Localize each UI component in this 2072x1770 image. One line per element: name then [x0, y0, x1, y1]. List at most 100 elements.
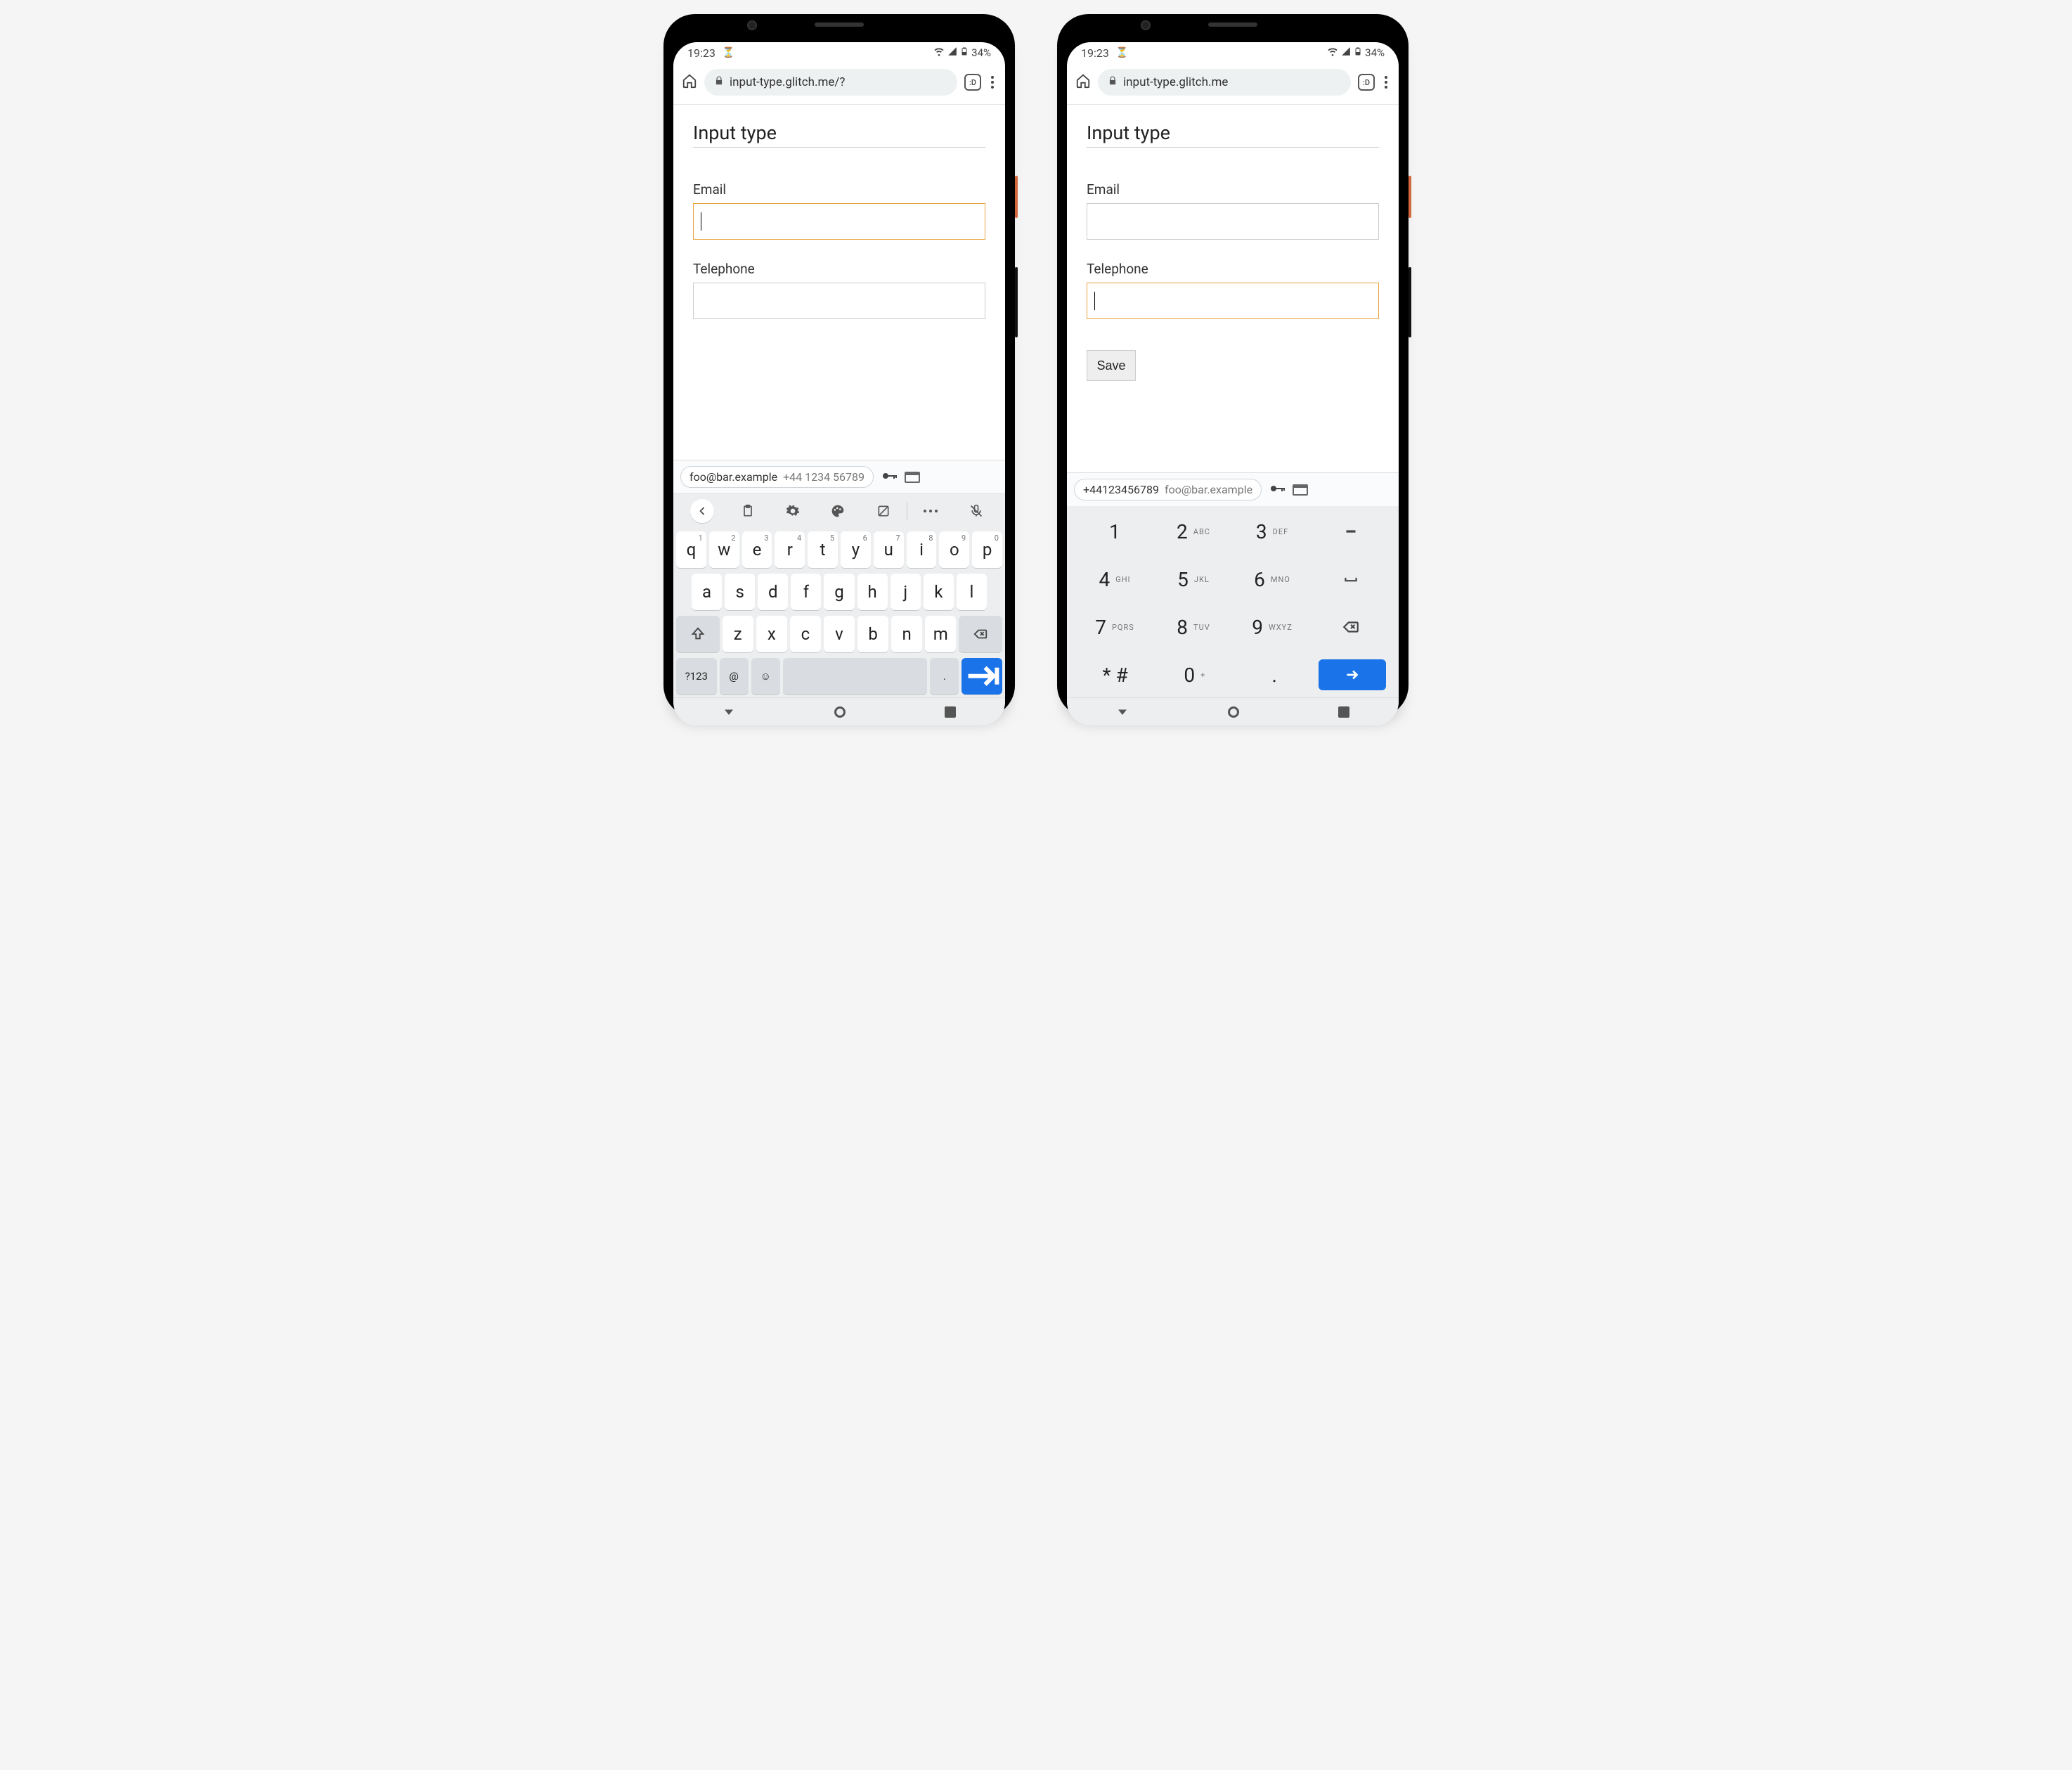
- key-e[interactable]: e3: [742, 531, 772, 568]
- key-z[interactable]: z: [723, 616, 753, 652]
- lock-icon: [1108, 75, 1118, 89]
- key-r[interactable]: r4: [775, 531, 805, 568]
- key-icon[interactable]: [881, 467, 898, 487]
- key-u[interactable]: u7: [874, 531, 904, 568]
- key-x[interactable]: x: [756, 616, 787, 652]
- key-d[interactable]: d: [758, 574, 788, 610]
- period-key[interactable]: .: [930, 658, 959, 695]
- email-field[interactable]: [693, 203, 985, 240]
- key-g[interactable]: g: [824, 574, 854, 610]
- numpad-key-6[interactable]: 6MNO: [1237, 564, 1307, 595]
- nav-home-icon[interactable]: [1228, 706, 1239, 718]
- nav-recent-icon[interactable]: [1338, 706, 1349, 718]
- save-button[interactable]: Save: [1087, 350, 1136, 381]
- numpad-key-9[interactable]: 9WXYZ: [1237, 612, 1307, 642]
- sticker-icon[interactable]: [862, 504, 905, 518]
- key-y[interactable]: y6: [841, 531, 871, 568]
- key-h[interactable]: h: [857, 574, 888, 610]
- key-q[interactable]: q1: [676, 531, 706, 568]
- key-a[interactable]: a: [692, 574, 722, 610]
- hourglass-icon: ⏳: [723, 47, 734, 58]
- symbols-key[interactable]: ?123: [676, 658, 717, 695]
- nav-back-icon[interactable]: [1116, 704, 1129, 720]
- nav-home-icon[interactable]: [834, 706, 846, 718]
- numpad-space[interactable]: [1316, 564, 1386, 595]
- numpad-key-[interactable]: .: [1239, 659, 1310, 690]
- nav-back-icon[interactable]: [723, 704, 735, 720]
- phone-mockup-right: 19:23 ⏳ 34% input-type.glitch.me :D Inpu…: [1057, 14, 1409, 717]
- space-key[interactable]: [783, 658, 928, 695]
- url-bar[interactable]: input-type.glitch.me: [1098, 69, 1351, 96]
- key-i[interactable]: i8: [907, 531, 937, 568]
- shift-key[interactable]: [676, 616, 720, 652]
- tab-count-badge[interactable]: :D: [1358, 74, 1375, 91]
- numpad-key-[interactable]: * #: [1080, 659, 1151, 690]
- page-title: Input type: [693, 122, 985, 148]
- key-n[interactable]: n: [891, 616, 922, 652]
- key-m[interactable]: m: [925, 616, 956, 652]
- key-p[interactable]: p0: [972, 531, 1002, 568]
- home-icon[interactable]: [682, 73, 697, 91]
- signal-icon: [947, 46, 957, 59]
- credit-card-icon[interactable]: [905, 472, 920, 483]
- at-key[interactable]: @: [720, 658, 749, 695]
- numpad-key-7[interactable]: 7PQRS: [1080, 612, 1150, 642]
- autofill-chip[interactable]: +44123456789 foo@bar.example: [1074, 479, 1262, 500]
- home-icon[interactable]: [1075, 73, 1091, 91]
- key-o[interactable]: o9: [939, 531, 969, 568]
- numpad-key-1[interactable]: 1: [1080, 516, 1150, 547]
- numpad-dash[interactable]: [1316, 516, 1386, 547]
- credit-card-icon[interactable]: [1293, 484, 1308, 496]
- numpad-back[interactable]: [1316, 612, 1386, 642]
- key-icon[interactable]: [1269, 480, 1286, 500]
- chrome-omnibar: input-type.glitch.me :D: [1067, 63, 1399, 105]
- numpad-key-0[interactable]: 0+: [1159, 659, 1230, 690]
- battery-percent: 34%: [971, 46, 991, 59]
- numpad-key-3[interactable]: 3DEF: [1237, 516, 1307, 547]
- autofill-suggestion-bar: foo@bar.example +44 1234 56789: [673, 460, 1005, 493]
- nav-recent-icon[interactable]: [945, 706, 956, 718]
- numpad-key-5[interactable]: 5JKL: [1158, 564, 1229, 595]
- key-s[interactable]: s: [725, 574, 755, 610]
- telephone-label: Telephone: [693, 261, 985, 277]
- status-time: 19:23: [687, 46, 716, 60]
- numpad-key-2[interactable]: 2ABC: [1158, 516, 1229, 547]
- key-j[interactable]: j: [891, 574, 921, 610]
- key-t[interactable]: t5: [808, 531, 838, 568]
- wifi-icon: [1327, 46, 1338, 60]
- key-f[interactable]: f: [791, 574, 821, 610]
- android-status-bar: 19:23 ⏳ 34%: [1067, 42, 1399, 63]
- key-k[interactable]: k: [924, 574, 954, 610]
- kebab-menu-icon[interactable]: [1382, 73, 1390, 91]
- status-time: 19:23: [1081, 46, 1109, 60]
- backspace-key[interactable]: [959, 616, 1002, 652]
- key-w[interactable]: w2: [709, 531, 739, 568]
- email-label: Email: [693, 181, 985, 198]
- gear-icon[interactable]: [771, 504, 815, 518]
- numpad-key-8[interactable]: 8TUV: [1158, 612, 1229, 642]
- key-c[interactable]: c: [790, 616, 821, 652]
- key-v[interactable]: v: [824, 616, 855, 652]
- keyboard-toolbar: [673, 493, 1005, 527]
- numpad-key-4[interactable]: 4GHI: [1080, 564, 1150, 595]
- lock-icon: [714, 75, 724, 89]
- emoji-key[interactable]: ☺: [751, 658, 780, 695]
- phone-mockup-left: 19:23 ⏳ 34%: [663, 14, 1015, 717]
- telephone-field[interactable]: [1087, 283, 1379, 319]
- telephone-field[interactable]: [693, 283, 985, 319]
- autofill-chip[interactable]: foo@bar.example +44 1234 56789: [680, 466, 874, 488]
- more-icon[interactable]: [909, 510, 952, 512]
- numpad-enter[interactable]: [1319, 659, 1386, 690]
- mic-off-icon[interactable]: [954, 504, 998, 518]
- email-field[interactable]: [1087, 203, 1379, 240]
- url-bar[interactable]: input-type.glitch.me/?: [704, 69, 957, 96]
- enter-key[interactable]: [961, 658, 1002, 695]
- key-b[interactable]: b: [857, 616, 888, 652]
- key-l[interactable]: l: [957, 574, 987, 610]
- palette-icon[interactable]: [816, 504, 860, 518]
- tab-count-badge[interactable]: :D: [964, 74, 981, 91]
- qwerty-keyboard: q1w2e3r4t5y6u7i8o9p0 asdfghjkl zxcvbnm ?…: [673, 527, 1005, 697]
- kebab-menu-icon[interactable]: [988, 73, 997, 91]
- kb-back-icon[interactable]: [690, 499, 714, 523]
- clipboard-icon[interactable]: [725, 504, 769, 518]
